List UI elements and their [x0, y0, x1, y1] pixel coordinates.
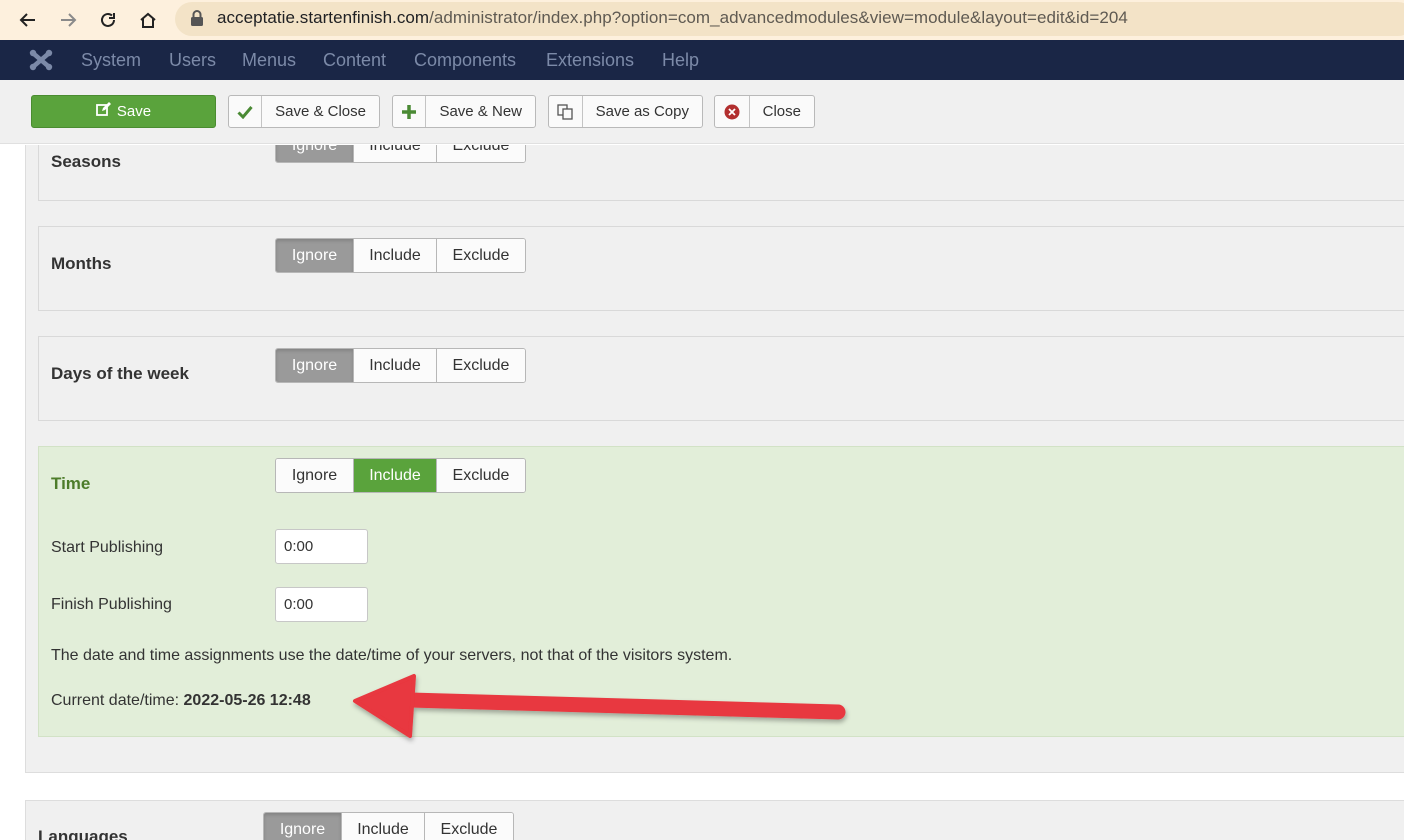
languages-label: Languages [38, 827, 128, 840]
menu-menus[interactable]: Menus [242, 50, 296, 71]
close-label: Close [762, 103, 801, 120]
finish-publishing-label: Finish Publishing [51, 596, 172, 613]
seasons-label: Seasons [51, 152, 121, 171]
save-copy-label: Save as Copy [595, 103, 689, 120]
menu-extensions[interactable]: Extensions [546, 50, 634, 71]
save-new-button[interactable]: Save & New [392, 95, 536, 128]
menu-system[interactable]: System [81, 50, 141, 71]
seasons-include[interactable]: Include [353, 145, 436, 162]
languages-toggle: Ignore Include Exclude [263, 812, 514, 840]
menu-users[interactable]: Users [169, 50, 216, 71]
url-text[interactable]: acceptatie.startenfinish.com/administrat… [217, 8, 1128, 28]
days-toggle: Ignore Include Exclude [275, 348, 526, 383]
time-assignment-note: The date and time assignments use the da… [51, 647, 733, 664]
admin-menu-bar: System Users Menus Content Components Ex… [0, 40, 1404, 80]
months-toggle: Ignore Include Exclude [275, 238, 526, 273]
languages-ignore[interactable]: Ignore [264, 813, 341, 840]
time-include[interactable]: Include [353, 459, 436, 492]
home-icon[interactable] [134, 6, 162, 34]
days-include[interactable]: Include [353, 349, 436, 382]
menu-components[interactable]: Components [414, 50, 516, 71]
copy-icon [549, 96, 583, 127]
months-label: Months [51, 254, 112, 273]
languages-panel: Languages Ignore Include Exclude [25, 800, 1404, 840]
browser-toolbar: acceptatie.startenfinish.com/administrat… [0, 0, 1404, 40]
save-copy-button[interactable]: Save as Copy [548, 95, 703, 128]
menu-help[interactable]: Help [662, 50, 699, 71]
days-exclude[interactable]: Exclude [436, 349, 525, 382]
months-panel: Months Ignore Include Exclude [38, 226, 1404, 311]
seasons-exclude[interactable]: Exclude [436, 145, 525, 162]
languages-exclude[interactable]: Exclude [424, 813, 513, 840]
save-close-label: Save & Close [275, 103, 366, 120]
plus-icon [393, 96, 427, 127]
current-datetime-label: Current date/time: [51, 692, 180, 709]
time-panel: Time Ignore Include Exclude Start Publis… [38, 446, 1404, 737]
finish-publishing-input[interactable] [275, 587, 368, 622]
months-ignore[interactable]: Ignore [276, 239, 353, 272]
save-label: Save [116, 103, 152, 120]
save-button[interactable]: Save [31, 95, 216, 128]
time-toggle: Ignore Include Exclude [275, 458, 526, 493]
edit-icon [95, 102, 111, 121]
check-icon [229, 96, 263, 127]
seasons-panel: Seasons Ignore Include Exclude [38, 145, 1404, 201]
months-exclude[interactable]: Exclude [436, 239, 525, 272]
lock-icon[interactable] [190, 9, 206, 29]
close-button[interactable]: Close [714, 95, 815, 128]
start-publishing-label: Start Publishing [51, 539, 164, 556]
assignments-content: Seasons Ignore Include Exclude Months Ig… [0, 145, 1404, 840]
save-new-label: Save & New [439, 103, 522, 120]
url-path: /administrator/index.php?option=com_adva… [429, 8, 1128, 27]
back-icon[interactable] [14, 6, 42, 34]
joomla-logo-icon[interactable] [28, 48, 54, 72]
save-close-button[interactable]: Save & Close [228, 95, 380, 128]
months-include[interactable]: Include [353, 239, 436, 272]
days-label: Days of the week [51, 364, 189, 383]
close-circle-icon [715, 96, 750, 127]
time-label: Time [51, 474, 91, 493]
start-publishing-input[interactable] [275, 529, 368, 564]
action-toolbar: Save Save & Close Save & New Save as Cop… [0, 80, 1404, 144]
days-panel: Days of the week Ignore Include Exclude [38, 336, 1404, 421]
seasons-toggle: Ignore Include Exclude [275, 145, 526, 163]
url-host: acceptatie.startenfinish.com [217, 8, 430, 27]
menu-content[interactable]: Content [323, 50, 386, 71]
seasons-ignore[interactable]: Ignore [276, 145, 353, 162]
reload-icon[interactable] [94, 6, 122, 34]
current-datetime: Current date/time: 2022-05-26 12:48 [51, 692, 311, 710]
time-ignore[interactable]: Ignore [276, 459, 353, 492]
days-ignore[interactable]: Ignore [276, 349, 353, 382]
languages-include[interactable]: Include [341, 813, 424, 840]
forward-icon[interactable] [54, 6, 82, 34]
time-exclude[interactable]: Exclude [436, 459, 525, 492]
current-datetime-value: 2022-05-26 12:48 [183, 692, 311, 709]
